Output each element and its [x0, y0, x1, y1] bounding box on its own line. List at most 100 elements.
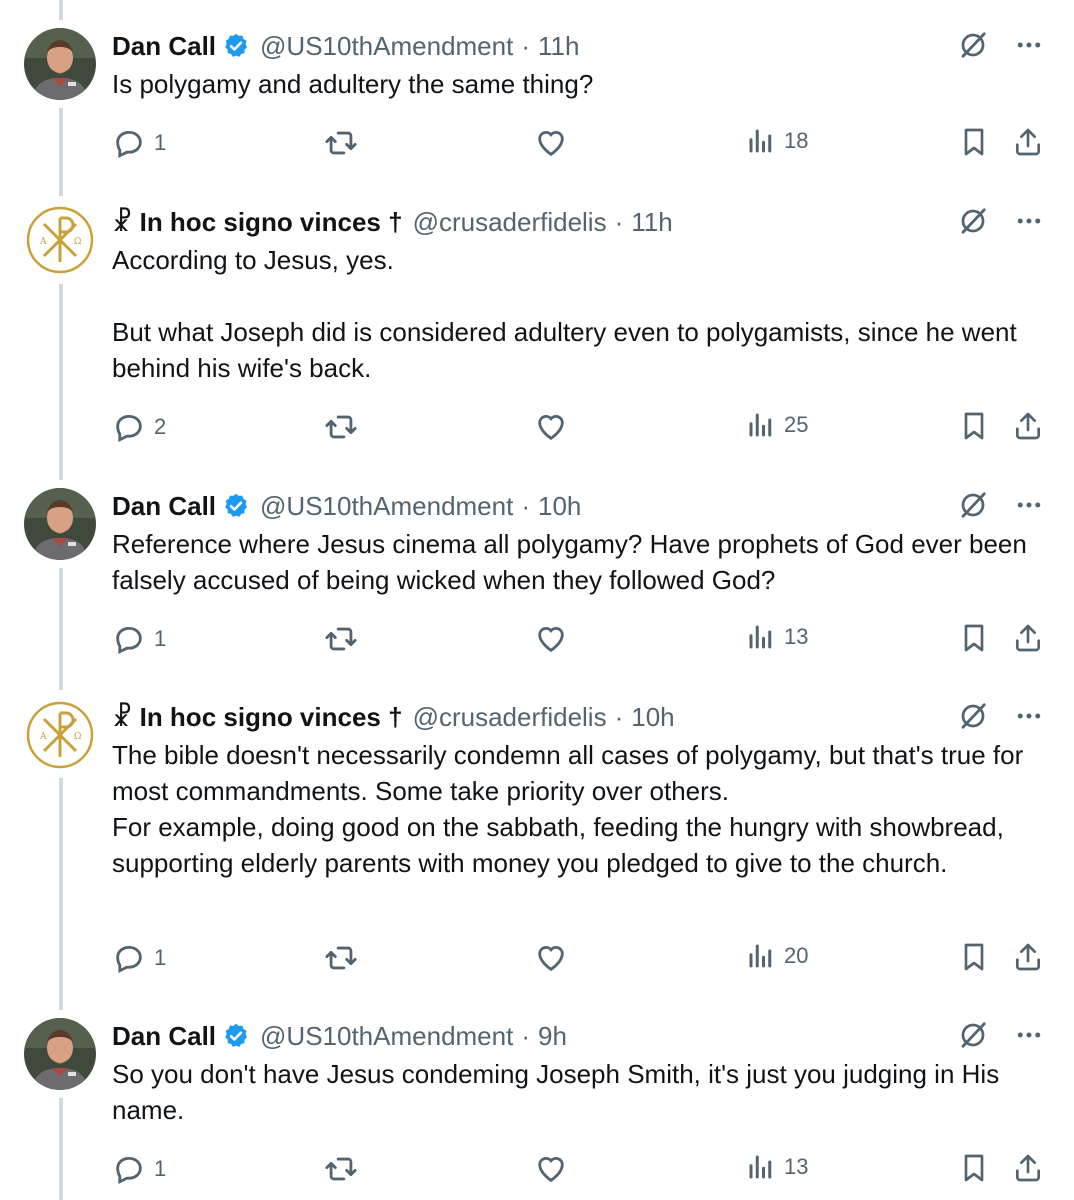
thread-line [59, 0, 63, 20]
author-name[interactable]: Dan Call [112, 1021, 216, 1052]
avatar[interactable] [24, 204, 96, 276]
separator-dot: · [521, 30, 530, 61]
bookmark-button[interactable] [958, 941, 990, 973]
retweet-button[interactable] [324, 1152, 358, 1186]
reply-button[interactable]: 1 [112, 941, 166, 975]
thread-line [59, 568, 63, 690]
like-button[interactable] [534, 622, 568, 656]
more-options-icon[interactable] [1014, 490, 1044, 525]
thread-line [59, 778, 63, 1010]
bookmark-button[interactable] [958, 410, 990, 442]
tweet-top-actions [958, 30, 1044, 65]
like-button[interactable] [534, 410, 568, 444]
author-handle[interactable]: @US10thAmendment [260, 491, 513, 522]
reply-button[interactable]: 1 [112, 126, 166, 160]
retweet-icon [324, 126, 358, 160]
bookmark-icon [958, 410, 990, 442]
views-count: 20 [784, 943, 809, 968]
tweet-top-actions [958, 701, 1044, 736]
reply-count: 2 [154, 414, 167, 439]
like-button[interactable] [534, 126, 568, 160]
retweet-button[interactable] [324, 622, 358, 656]
timestamp[interactable]: 11h [631, 207, 672, 238]
like-icon [534, 410, 568, 444]
like-button[interactable] [534, 1152, 568, 1186]
author-handle[interactable]: @crusaderfidelis [413, 207, 607, 238]
tweet-actions: 1 13 [112, 1152, 1052, 1188]
tweet-actions: 1 20 [112, 941, 1052, 977]
timestamp[interactable]: 10h [631, 702, 674, 733]
views-icon [746, 622, 776, 652]
retweet-button[interactable] [324, 410, 358, 444]
bookmark-icon [958, 126, 990, 158]
share-icon [1012, 1152, 1044, 1184]
tweet-actions: 1 18 [112, 126, 1052, 162]
views-button[interactable]: 25 [746, 410, 808, 440]
retweet-button[interactable] [324, 941, 358, 975]
views-icon [746, 126, 776, 156]
avatar[interactable] [24, 28, 96, 100]
tweet-actions: 2 25 [112, 410, 1052, 446]
more-options-icon[interactable] [1014, 701, 1044, 736]
thread-line [59, 1098, 63, 1200]
retweet-icon [324, 410, 358, 444]
grok-icon[interactable] [958, 701, 988, 736]
bookmark-button[interactable] [958, 126, 990, 158]
author-name[interactable]: ☧ In hoc signo vinces † [112, 207, 403, 238]
tweet-top-actions [958, 1020, 1044, 1055]
avatar[interactable] [24, 1018, 96, 1090]
bookmark-button[interactable] [958, 622, 990, 654]
avatar[interactable] [24, 699, 96, 771]
bookmark-icon [958, 1152, 990, 1184]
views-button[interactable]: 20 [746, 941, 808, 971]
views-count: 13 [784, 624, 809, 649]
views-button[interactable]: 13 [746, 622, 808, 652]
tweet-header: ☧ In hoc signo vinces † @crusaderfidelis… [112, 202, 673, 242]
tweet-header: Dan Call @US10thAmendment · 11h [112, 26, 579, 66]
author-handle[interactable]: @US10thAmendment [260, 1021, 513, 1052]
like-button[interactable] [534, 941, 568, 975]
share-icon [1012, 941, 1044, 973]
retweet-button[interactable] [324, 126, 358, 160]
more-options-icon[interactable] [1014, 206, 1044, 241]
reply-button[interactable]: 1 [112, 1152, 166, 1186]
tweet-header: ☧ In hoc signo vinces † @crusaderfidelis… [112, 697, 675, 737]
retweet-icon [324, 622, 358, 656]
timestamp[interactable]: 10h [538, 491, 581, 522]
author-handle[interactable]: @US10thAmendment [260, 31, 513, 62]
thread-line [59, 284, 63, 480]
grok-icon[interactable] [958, 490, 988, 525]
more-options-icon[interactable] [1014, 30, 1044, 65]
views-count: 18 [784, 128, 809, 153]
reply-icon [112, 126, 146, 160]
share-button[interactable] [1012, 622, 1044, 654]
reply-icon [112, 941, 146, 975]
share-button[interactable] [1012, 126, 1044, 158]
author-name[interactable]: Dan Call [112, 31, 216, 62]
author-name[interactable]: Dan Call [112, 491, 216, 522]
share-button[interactable] [1012, 410, 1044, 442]
tweet-text: Is polygamy and adultery the same thing? [112, 69, 594, 99]
author-handle[interactable]: @crusaderfidelis [413, 702, 607, 733]
share-icon [1012, 410, 1044, 442]
share-button[interactable] [1012, 1152, 1044, 1184]
timestamp[interactable]: 11h [538, 31, 579, 62]
reply-button[interactable]: 2 [112, 410, 166, 444]
views-button[interactable]: 18 [746, 126, 808, 156]
tweet-text: So you don't have Jesus condeming Joseph… [112, 1059, 1007, 1125]
author-name[interactable]: ☧ In hoc signo vinces † [112, 702, 403, 733]
reply-button[interactable]: 1 [112, 622, 166, 656]
bookmark-button[interactable] [958, 1152, 990, 1184]
grok-icon[interactable] [958, 206, 988, 241]
views-button[interactable]: 13 [746, 1152, 808, 1182]
timestamp[interactable]: 9h [538, 1021, 567, 1052]
retweet-icon [324, 1152, 358, 1186]
verified-badge-icon [222, 32, 250, 60]
more-options-icon[interactable] [1014, 1020, 1044, 1055]
like-icon [534, 622, 568, 656]
tweet-header: Dan Call @US10thAmendment · 9h [112, 1016, 567, 1056]
grok-icon[interactable] [958, 1020, 988, 1055]
avatar[interactable] [24, 488, 96, 560]
grok-icon[interactable] [958, 30, 988, 65]
share-button[interactable] [1012, 941, 1044, 973]
